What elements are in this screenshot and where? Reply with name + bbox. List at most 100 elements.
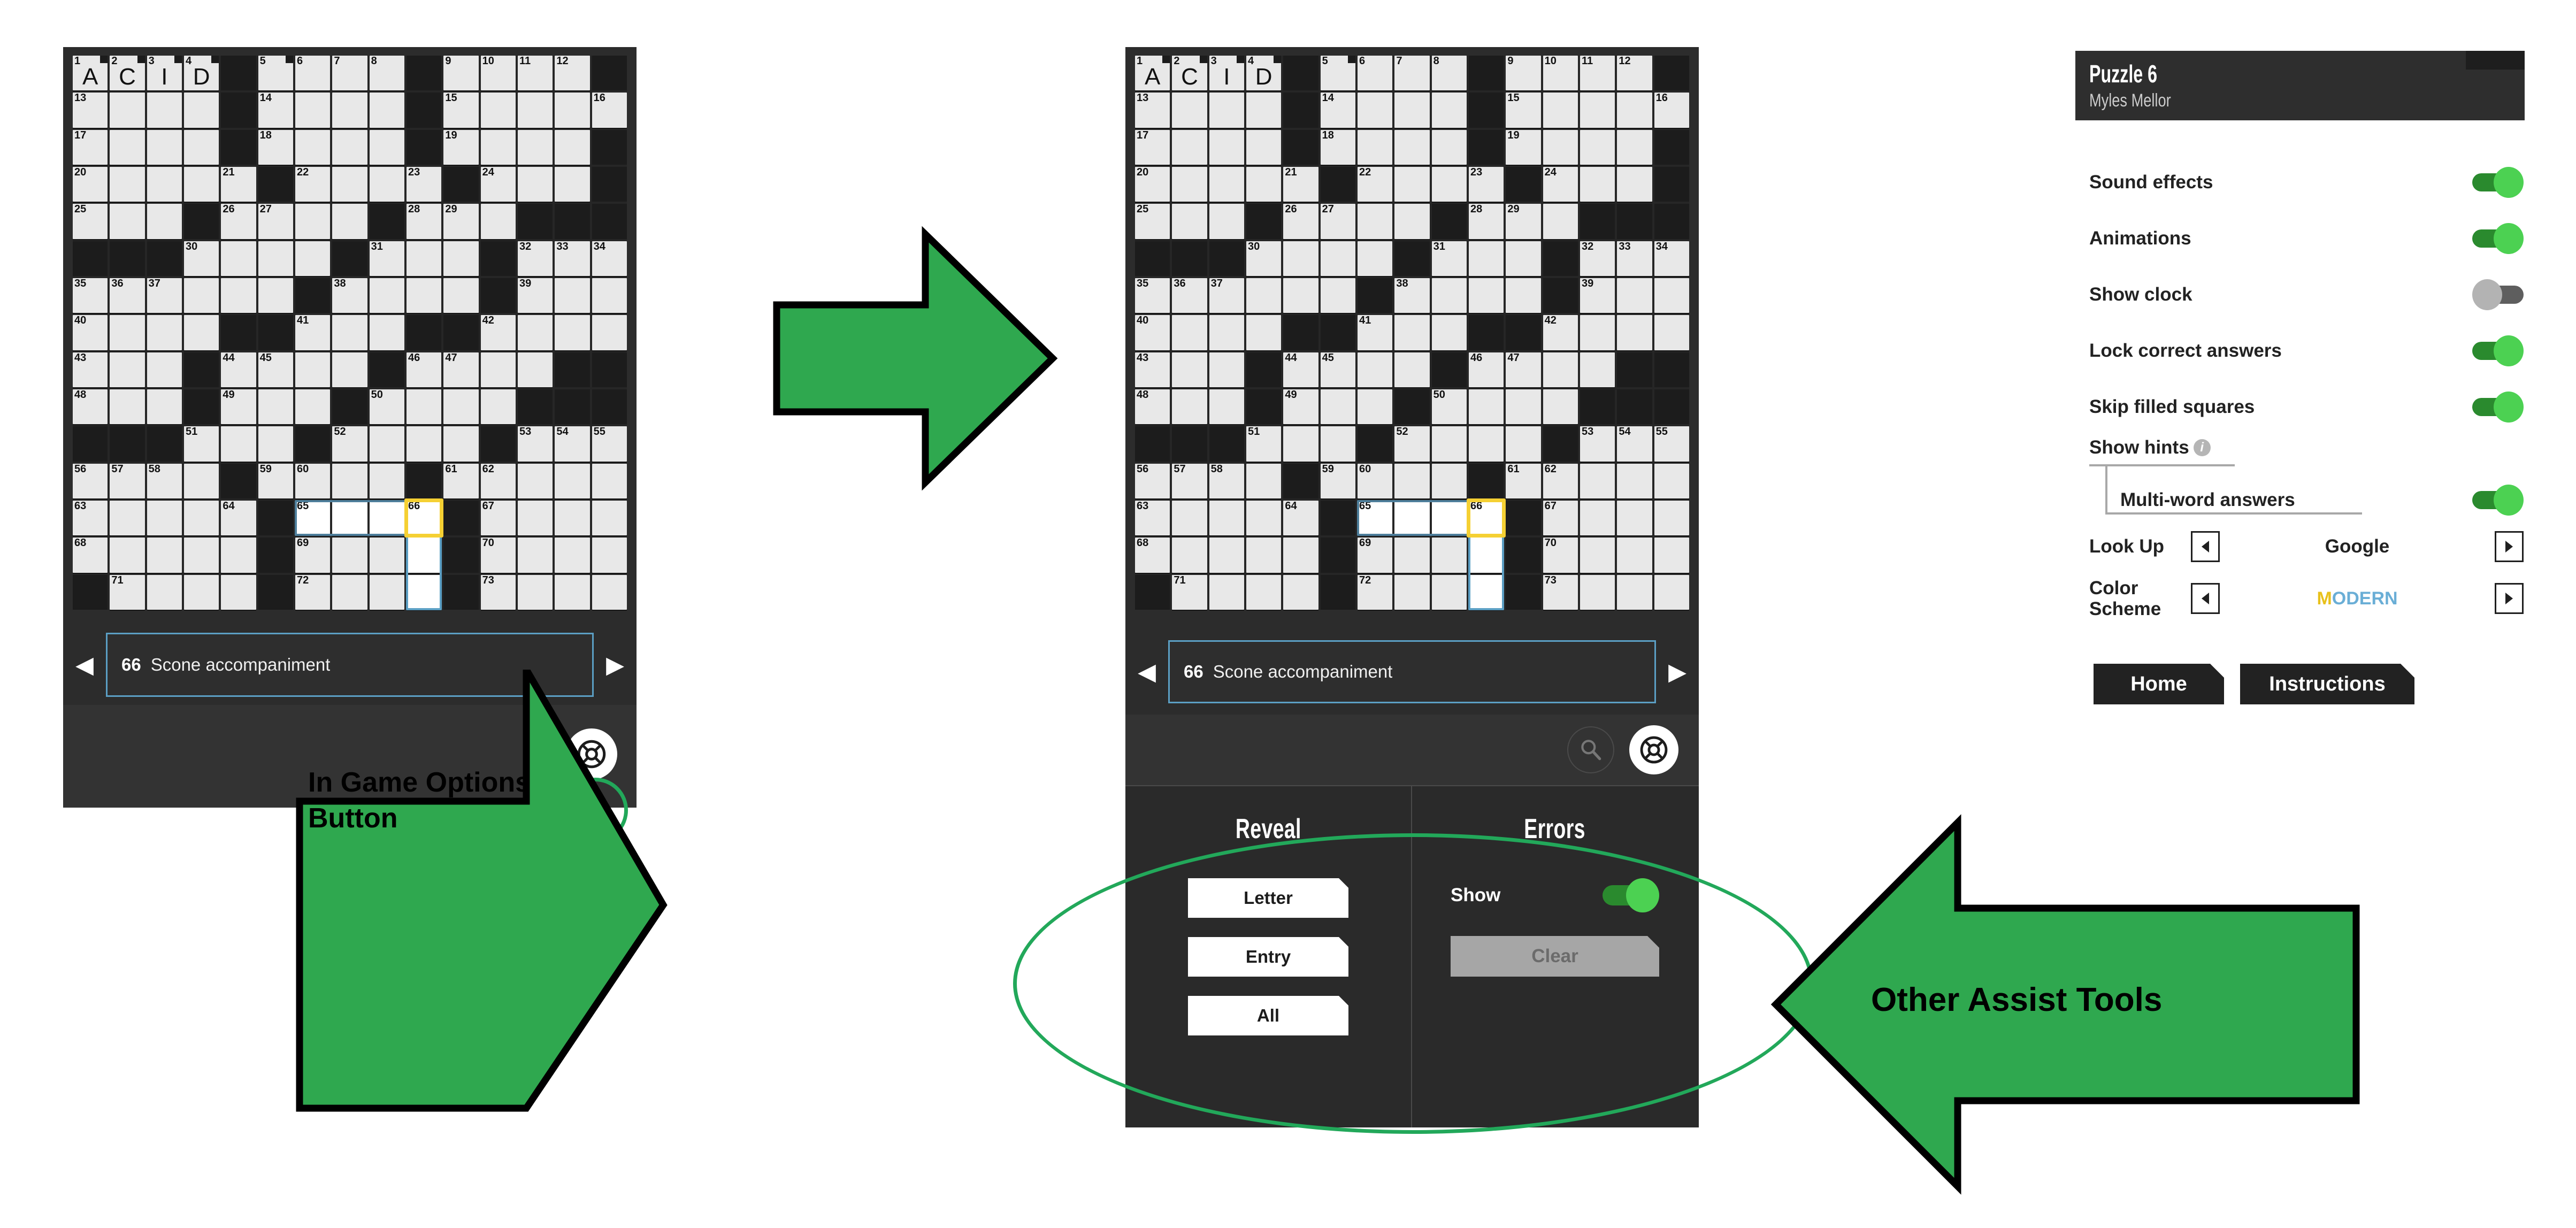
crossword-cell[interactable] [1246,129,1282,165]
crossword-cell[interactable] [1431,426,1467,462]
crossword-cell[interactable] [407,278,442,313]
crossword-block[interactable] [221,93,256,128]
crossword-cell[interactable] [1431,129,1467,165]
crossword-cell[interactable] [1394,315,1430,350]
crossword-grid-1[interactable]: 1 A 2 C 3 I 4 D 5 6 7 8 9 10 11 12 13 14 15 16 17 18 19 20 21 22 2… [73,56,627,610]
crossword-cell[interactable] [555,93,590,128]
crossword-cell[interactable]: 42 [1543,315,1578,350]
crossword-cell[interactable]: 38 [332,278,367,313]
crossword-cell[interactable]: 61 [443,463,479,498]
crossword-cell[interactable] [332,129,367,165]
crossword-cell[interactable]: 70 [480,538,516,573]
crossword-cell[interactable] [1283,574,1318,610]
crossword-cell[interactable] [1580,463,1615,498]
crossword-block[interactable] [258,315,293,350]
crossword-cell[interactable]: 29 [443,204,479,239]
crossword-cell[interactable]: 21 [221,167,256,202]
crossword-cell[interactable]: 55 [1654,426,1689,462]
crossword-cell[interactable]: 34 [592,241,627,276]
crossword-cell[interactable]: 54 [555,426,590,462]
crossword-cell[interactable]: 10 [480,56,516,91]
crossword-grid-2[interactable]: 1 A 2 C 3 I 4 D 5 6 7 8 9 10 11 12 13 14 15 16 17 18 19 20 21 22 2… [1135,56,1689,610]
crossword-cell[interactable]: 55 [592,426,627,462]
options-button-2[interactable] [1629,725,1678,774]
crossword-cell[interactable] [480,204,516,239]
crossword-cell[interactable]: 4D [1246,56,1282,91]
crossword-cell[interactable]: 69 [295,538,331,573]
crossword-cell[interactable]: 50 [1431,389,1467,425]
crossword-cell[interactable] [221,278,256,313]
crossword-cell[interactable]: 58 [147,463,182,498]
crossword-cell[interactable]: 32 [518,241,553,276]
crossword-block[interactable] [1431,352,1467,387]
crossword-cell[interactable] [1320,426,1355,462]
crossword-block[interactable] [1394,241,1430,276]
clue-prev-button-2[interactable]: ◀ [1125,629,1168,715]
crossword-block[interactable] [555,389,590,425]
crossword-cell[interactable] [295,241,331,276]
crossword-cell[interactable]: 53 [1580,426,1615,462]
crossword-cell[interactable]: 26 [221,204,256,239]
crossword-block[interactable] [592,352,627,387]
crossword-cell[interactable] [1209,389,1244,425]
crossword-cell[interactable] [1358,352,1393,387]
crossword-cell[interactable]: 31 [1431,241,1467,276]
crossword-cell[interactable] [1617,278,1652,313]
crossword-cell[interactable] [407,389,442,425]
crossword-cell[interactable] [407,426,442,462]
crossword-block[interactable] [1506,315,1541,350]
crossword-block[interactable] [592,56,627,91]
crossword-cell[interactable]: 37 [147,278,182,313]
search-button[interactable] [1567,726,1614,773]
crossword-cell[interactable] [592,501,627,536]
crossword-cell[interactable]: 22 [1358,167,1393,202]
crossword-block[interactable] [110,241,145,276]
crossword-cell[interactable]: 56 [1135,463,1170,498]
crossword-cell[interactable] [110,315,145,350]
crossword-block[interactable] [1172,241,1207,276]
crossword-block[interactable] [1469,56,1504,91]
crossword-cell[interactable] [1320,241,1355,276]
crossword-block[interactable] [1135,426,1170,462]
crossword-cell[interactable]: 59 [258,463,293,498]
crossword-cell[interactable] [1469,241,1504,276]
crossword-cell[interactable] [592,538,627,573]
crossword-block[interactable] [1135,241,1170,276]
crossword-cell[interactable]: 64 [1283,501,1318,536]
crossword-cell[interactable] [555,315,590,350]
crossword-block[interactable] [1506,167,1541,202]
crossword-cell[interactable] [184,538,219,573]
crossword-cell[interactable] [555,167,590,202]
crossword-cell[interactable] [1246,278,1282,313]
crossword-cell[interactable] [369,315,404,350]
crossword-cell[interactable]: 13 [73,93,108,128]
crossword-cell[interactable] [1283,426,1318,462]
crossword-block[interactable] [295,426,331,462]
crossword-cell[interactable] [1617,167,1652,202]
crossword-cell[interactable]: 30 [184,241,219,276]
crossword-cell[interactable]: 28 [1469,204,1504,239]
crossword-cell[interactable] [332,167,367,202]
crossword-cell[interactable] [221,574,256,610]
crossword-block[interactable] [555,204,590,239]
crossword-block[interactable] [184,352,219,387]
crossword-cell[interactable] [1617,93,1652,128]
crossword-cell[interactable]: 65 [1358,501,1393,536]
crossword-block[interactable] [295,278,331,313]
crossword-cell[interactable] [1431,463,1467,498]
crossword-cell[interactable]: 29 [1506,204,1541,239]
crossword-cell[interactable] [480,93,516,128]
crossword-block[interactable] [110,426,145,462]
crossword-cell[interactable] [1172,352,1207,387]
crossword-cell[interactable] [480,352,516,387]
crossword-cell[interactable] [1506,241,1541,276]
crossword-block[interactable] [592,204,627,239]
crossword-cell[interactable]: 73 [480,574,516,610]
crossword-cell[interactable]: 11 [1580,56,1615,91]
crossword-cell[interactable] [518,315,553,350]
crossword-cell[interactable]: 17 [73,129,108,165]
crossword-cell[interactable]: 51 [184,426,219,462]
crossword-cell[interactable] [147,93,182,128]
crossword-cell[interactable]: 49 [1283,389,1318,425]
reveal-all-button[interactable]: All [1188,996,1348,1035]
